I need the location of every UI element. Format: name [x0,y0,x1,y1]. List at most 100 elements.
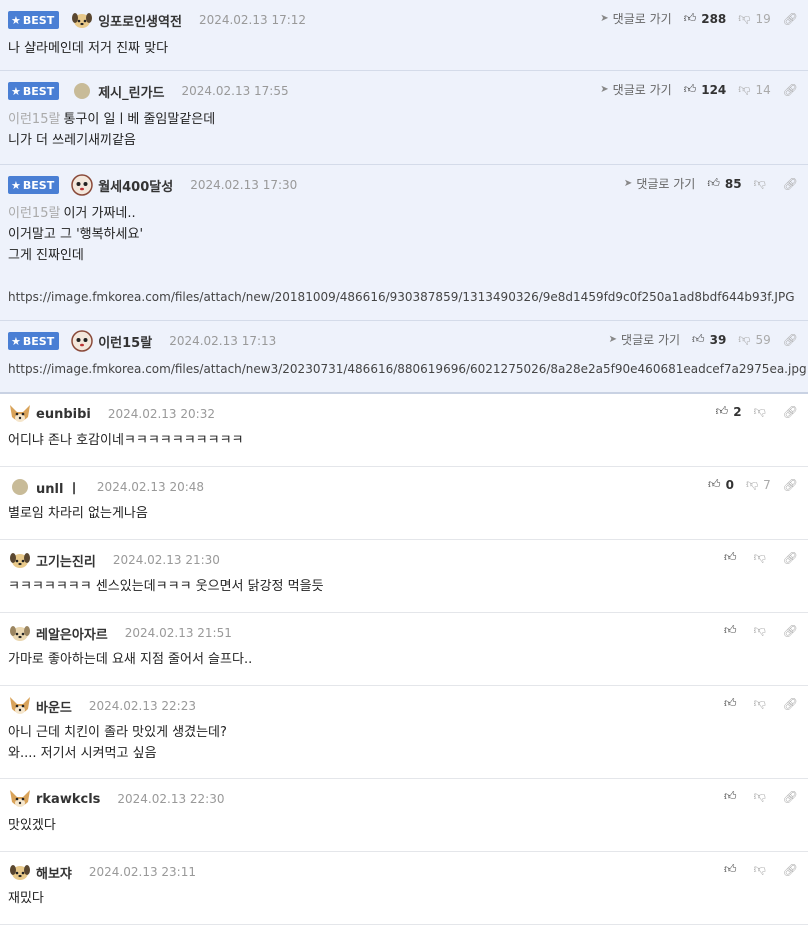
comment-date: 2024.02.13 17:13 [169,334,277,348]
thumbs-down-icon: 👎︎ [738,332,751,346]
comment-date: 2024.02.13 17:12 [198,13,307,27]
image-url-link[interactable]: https://image.fmkorea.com/files/attach/n… [8,362,807,376]
link-icon[interactable]: 🔗︎ [783,478,798,492]
thumbs-down-icon: 👎︎ [753,404,766,418]
upvote-count: 85 [724,176,742,191]
star-icon: ★ [11,84,21,98]
nickname[interactable]: 레알은아자르 [36,624,108,643]
upvote-button[interactable]: 👍︎ [724,696,742,711]
avatar[interactable] [74,83,91,99]
link-icon[interactable]: 🔗︎ [783,624,798,638]
comment-text: 가마로 좋아하는데 요새 지점 줄어서 슬프다.. [8,652,253,667]
goto-comment-link[interactable]: ➤ 댓글로 가기 [600,10,671,27]
link-icon[interactable]: 🔗︎ [783,333,798,347]
downvote-button[interactable]: 👎︎ 19 [738,11,770,26]
downvote-button[interactable]: 👎︎ [754,404,771,419]
downvote-button[interactable]: 👎︎ [754,176,771,191]
comment-date: 2024.02.13 22:30 [117,792,225,806]
navigate-arrow-icon: ➤ [600,84,609,95]
downvote-button[interactable]: 👎︎ [754,696,771,711]
link-icon[interactable]: 🔗︎ [783,551,798,565]
downvote-button[interactable]: 👎︎ 7 [746,477,771,492]
upvote-button[interactable]: 👍︎ [724,862,742,877]
upvote-button[interactable]: 👍︎ 2 [716,404,742,419]
nickname[interactable]: 잉포로인생역전 [98,11,182,30]
downvote-button[interactable]: 👎︎ [754,550,771,565]
avatar[interactable] [70,173,94,197]
best-badge: ★ BEST [8,176,60,194]
image-url-link[interactable]: https://image.fmkorea.com/files/attach/n… [8,290,795,304]
best-comment: ★ BEST 월세400달성 2024.02.13 17:30 ➤ 댓글로 가기 👍… [0,165,808,321]
nickname[interactable]: 해보쟈 [36,863,72,882]
upvote-button[interactable]: 👍︎ 39 [692,332,726,347]
nickname[interactable]: 월세400달성 [98,176,173,195]
downvote-button[interactable]: 👎︎ [754,862,771,877]
nickname[interactable]: 이런15랄 [98,332,152,351]
avatar[interactable] [12,479,28,495]
goto-comment-link[interactable]: ➤ 댓글로 가기 [624,175,695,192]
comment: rkawkcls 2024.02.13 22:30 👍︎ 👎︎ 🔗︎ 맛있겠다 [0,779,808,852]
link-icon[interactable]: 🔗︎ [783,177,798,191]
avatar[interactable] [70,329,94,353]
best-badge: ★ BEST [8,82,60,100]
nickname[interactable]: unll ㅣ [36,478,80,497]
nickname[interactable]: 제시_린가드 [98,82,164,101]
goto-comment-link[interactable]: ➤ 댓글로 가기 [609,331,680,348]
upvote-button[interactable]: 👍︎ [724,789,742,804]
upvote-button[interactable]: 👍︎ 124 [684,82,727,97]
nickname[interactable]: 바운드 [36,697,72,716]
comment-date: 2024.02.13 22:23 [88,699,196,713]
navigate-arrow-icon: ➤ [608,334,618,345]
thumbs-up-icon: 👍︎ [707,176,720,190]
downvote-count: 14 [755,82,771,97]
thumbs-down-icon: 👎︎ [753,789,766,803]
upvote-button[interactable]: 👍︎ 288 [684,11,727,26]
nickname[interactable]: rkawkcls [36,792,100,807]
thumbs-up-icon: 👍︎ [724,623,737,637]
thumbs-up-icon: 👍︎ [683,11,697,25]
upvote-button[interactable]: 👍︎ [724,550,742,565]
link-icon[interactable]: 🔗︎ [783,83,798,97]
downvote-button[interactable]: 👎︎ [754,623,771,638]
comment-date: 2024.02.13 21:51 [124,626,232,640]
star-icon: ★ [11,178,21,192]
avatar[interactable] [8,548,32,572]
thumbs-down-icon: 👎︎ [738,11,751,25]
thumbs-up-icon: 👍︎ [715,404,729,418]
comment: unll ㅣ 2024.02.13 20:48 👍︎ 0 👎︎ 7 🔗︎ 별로임 차… [0,467,808,540]
downvote-button[interactable]: 👎︎ 14 [738,82,770,97]
downvote-count: 19 [755,11,771,26]
avatar[interactable] [8,402,32,426]
nickname[interactable]: 고기는진리 [36,551,96,570]
upvote-count: 288 [701,11,727,26]
reply-to-nick[interactable]: 이런15랄 [8,112,60,127]
nickname[interactable]: eunbibi [36,407,91,422]
upvote-button[interactable]: 👍︎ [724,623,742,638]
reply-to-nick[interactable]: 이런15랄 [8,206,60,221]
comment-text: 나 샬라메인데 저거 진짜 맞다 [8,41,169,56]
thumbs-up-icon: 👍︎ [724,696,737,710]
upvote-button[interactable]: 👍︎ 0 [708,477,734,492]
link-icon[interactable]: 🔗︎ [783,697,798,711]
thumbs-down-icon: 👎︎ [753,696,766,710]
comment: eunbibi 2024.02.13 20:32 👍︎ 2 👎︎ 🔗︎ 어디냐 존… [0,394,808,467]
link-icon[interactable]: 🔗︎ [783,790,798,804]
avatar[interactable] [8,694,32,718]
link-icon[interactable]: 🔗︎ [783,405,798,419]
link-icon[interactable]: 🔗︎ [783,863,798,877]
comment-date: 2024.02.13 17:55 [181,84,289,98]
downvote-button[interactable]: 👎︎ 59 [738,332,770,347]
star-icon: ★ [11,334,21,348]
avatar[interactable] [8,787,32,811]
best-comment: ★ BEST 잉포로인생역전 2024.02.13 17:12 ➤ 댓글로 가기 👍… [0,0,808,71]
downvote-button[interactable]: 👎︎ [754,789,771,804]
avatar[interactable] [8,621,32,645]
comment-date: 2024.02.13 23:11 [88,865,196,879]
thumbs-up-icon: 👍︎ [692,332,705,346]
avatar[interactable] [8,860,32,884]
navigate-arrow-icon: ➤ [600,13,609,24]
goto-comment-link[interactable]: ➤ 댓글로 가기 [600,81,671,98]
upvote-button[interactable]: 👍︎ 85 [707,176,741,191]
link-icon[interactable]: 🔗︎ [783,12,798,26]
avatar[interactable] [70,8,94,32]
